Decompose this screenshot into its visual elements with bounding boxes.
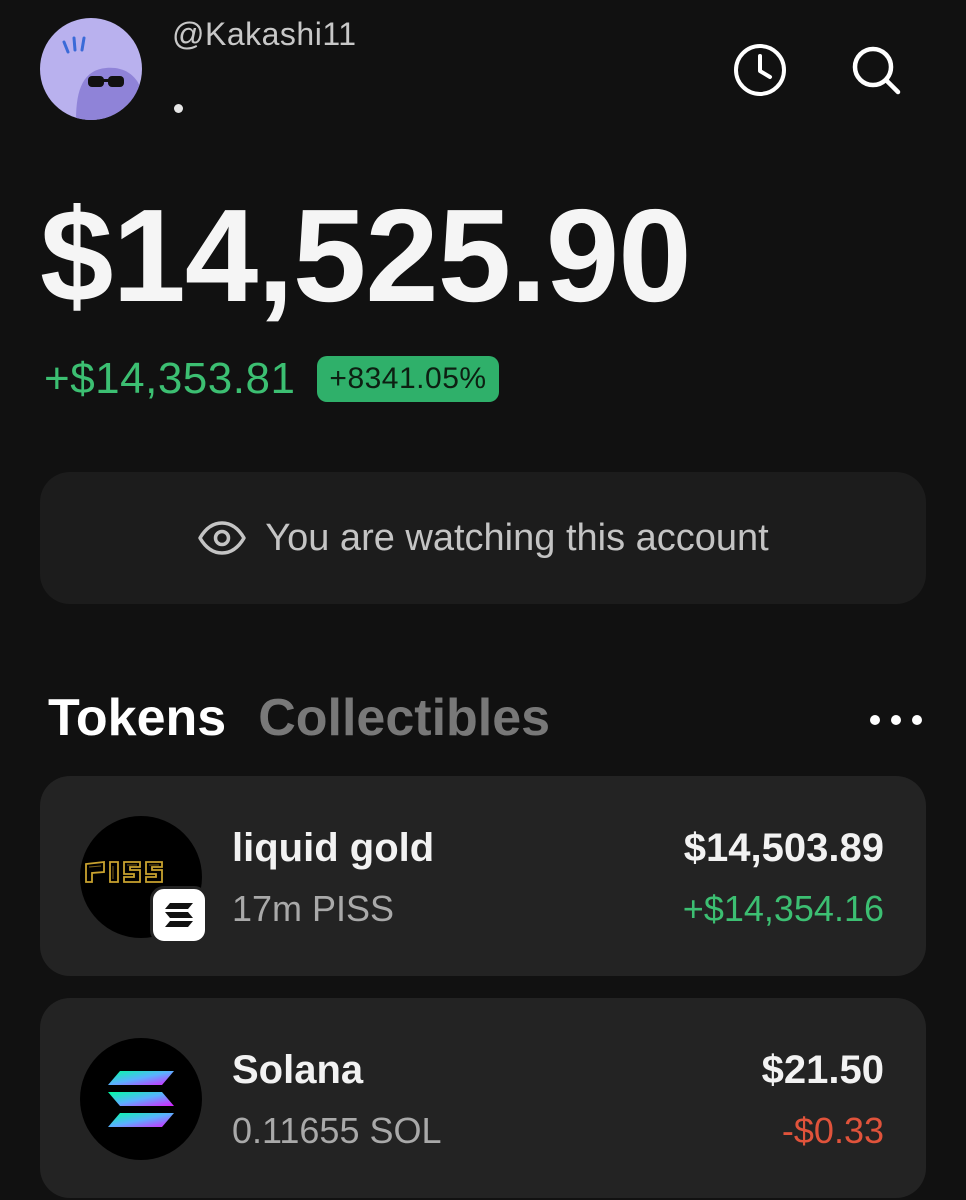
token-value: $14,503.89 [683,826,884,870]
tab-tokens[interactable]: Tokens [48,688,226,748]
token-change: +$14,354.16 [682,888,884,929]
token-change: -$0.33 [781,1110,884,1151]
account-status-dot [174,104,183,113]
token-row-solana[interactable]: Solana 0.11655 SOL $21.50 -$0.33 [40,998,926,1198]
tab-collectibles[interactable]: Collectibles [258,688,550,748]
token-logo [80,1038,202,1160]
account-username: @Kakashi11 [172,16,357,52]
ellipsis-dot [912,715,922,725]
more-options-button[interactable] [870,708,922,732]
portfolio-balance: $14,525.90 [40,182,692,329]
solana-icon [108,1071,174,1127]
watching-account-banner: You are watching this account [40,472,926,604]
clock-icon [734,44,786,96]
asset-tabs: Tokens Collectibles [48,688,550,748]
portfolio-change-percent-badge: +8341.05% [317,356,499,402]
solana-chain-icon [165,903,193,927]
ellipsis-dot [891,715,901,725]
token-name: Solana [232,1048,364,1092]
sunglasses-character-icon [62,36,142,120]
token-name: liquid gold [232,826,435,870]
token-quantity: 0.11655 SOL [232,1110,442,1151]
search-icon [852,46,901,95]
token-quantity: 17m PISS [232,888,395,929]
avatar[interactable] [40,18,142,120]
token-value: $21.50 [761,1048,884,1092]
portfolio-change-amount: +$14,353.81 [44,354,296,403]
chain-badge [150,886,208,944]
history-button[interactable] [730,40,790,100]
eye-icon [198,521,246,555]
search-button[interactable] [846,40,906,100]
watching-account-text: You are watching this account [265,516,769,559]
portfolio-change: +$14,353.81 +8341.05% [44,354,499,404]
token-row-liquid-gold[interactable]: liquid gold 17m PISS $14,503.89 +$14,354… [40,776,926,976]
ellipsis-icon [870,715,880,725]
